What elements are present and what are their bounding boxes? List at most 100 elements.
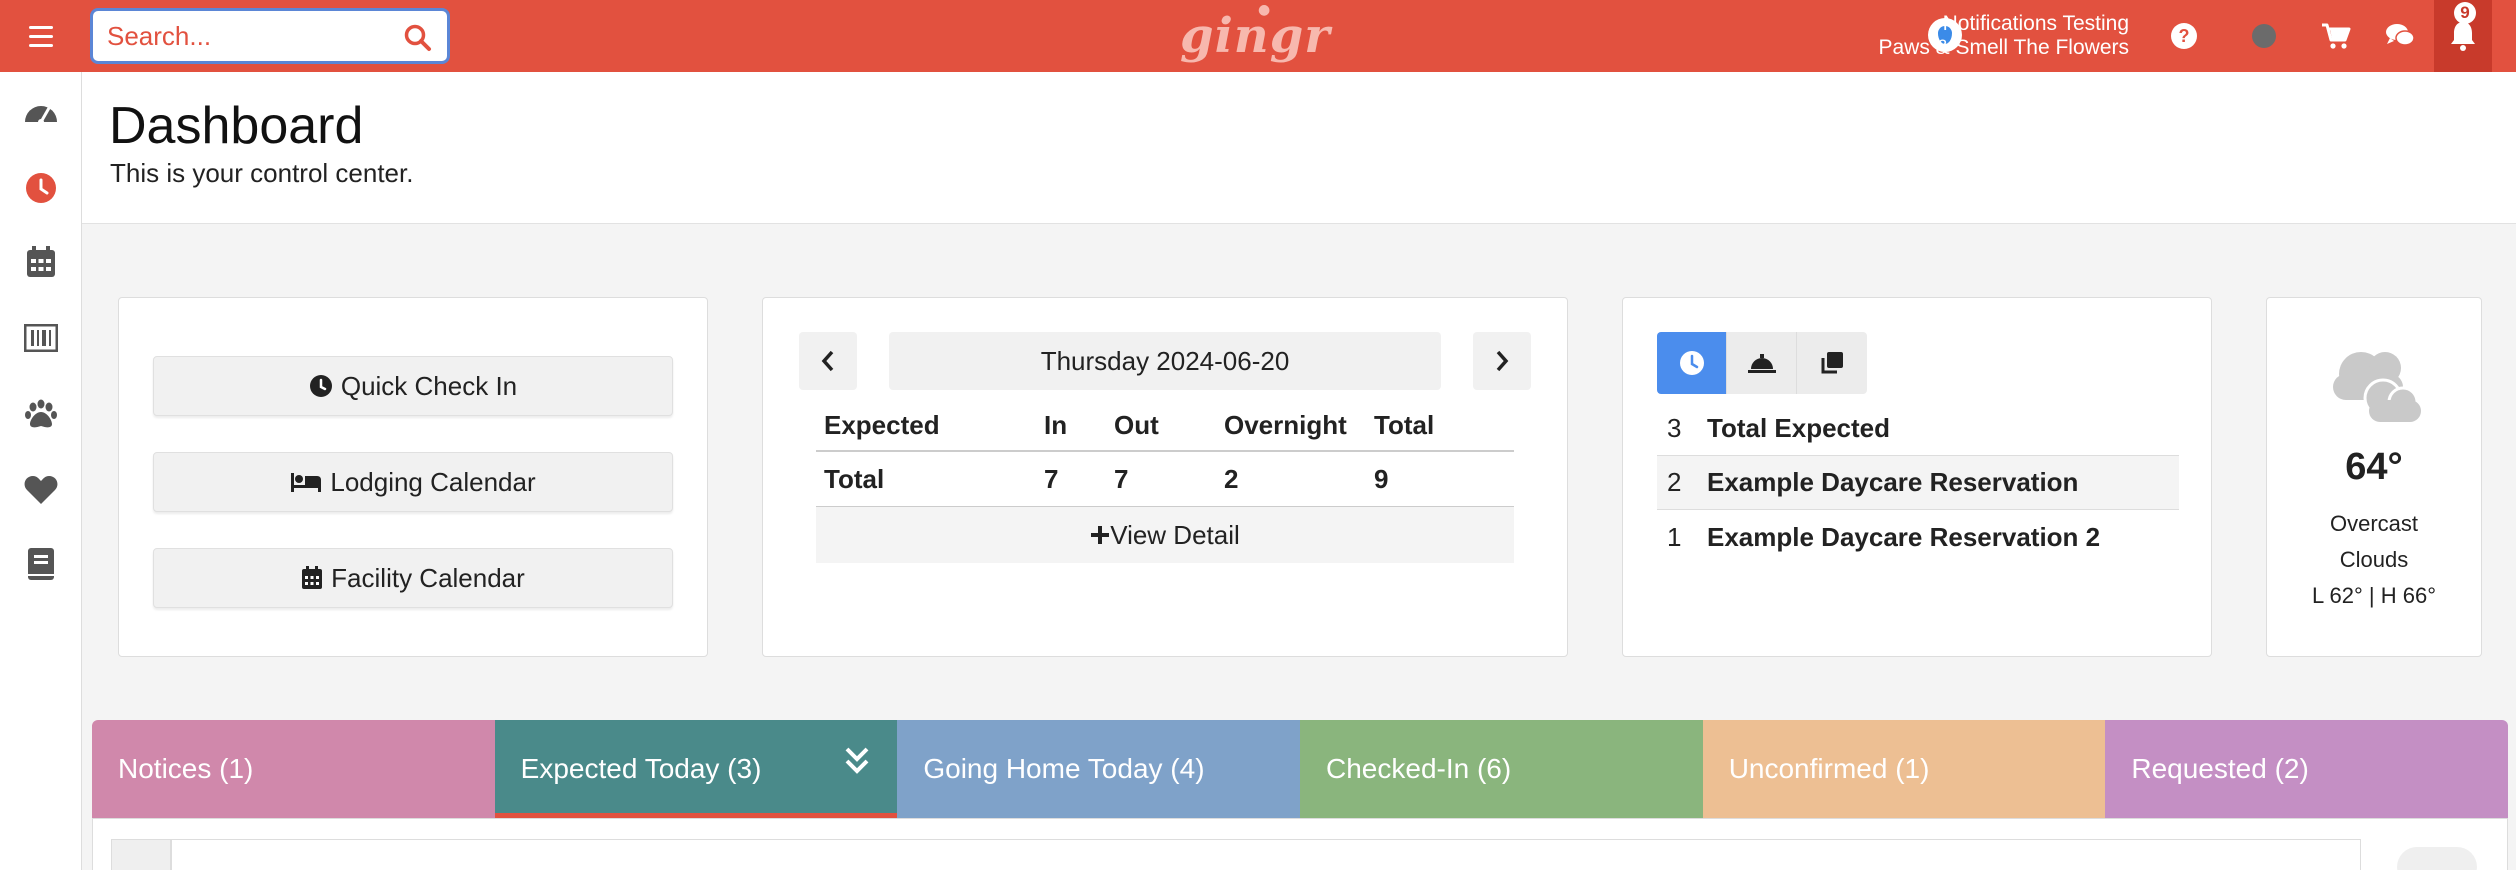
reservation-count: 3 [1667,413,1682,443]
weather-condition: Overcast Clouds L 62° | H 66° [2267,506,2481,614]
svg-text:?: ? [2179,26,2190,46]
column-header: Overnight [1216,401,1366,452]
table-cell: 2 [1216,451,1366,508]
view-detail-button[interactable]: View Detail [816,507,1514,563]
facility-calendar-button[interactable]: Facility Calendar [153,548,673,608]
list-toolbar-right[interactable] [2397,847,2477,870]
help-icon[interactable]: ? [2168,20,2200,52]
next-day-button[interactable] [1473,332,1531,390]
list-item[interactable]: 1 Example Daycare Reservation 2 [1657,510,2179,564]
bed-icon [291,473,322,492]
clock-icon [1679,351,1704,375]
quick-check-in-button[interactable]: Quick Check In [153,356,673,416]
quick-actions-card: Quick Check In Lodging Calendar Facility… [118,297,708,657]
clock-view-button[interactable] [1657,332,1727,394]
table-row: Total 7 7 2 9 [816,451,1514,508]
search-input[interactable] [107,21,387,51]
double-chevron-down-icon[interactable] [843,746,871,776]
hamburger-menu-button[interactable] [18,18,64,54]
gingr-logo: gingr ● [1180,2,1331,64]
tab-checked-in[interactable]: Checked-In (6) [1300,720,1703,818]
page-subtitle: This is your control center. [110,158,414,188]
status-dot-icon[interactable] [2248,20,2280,52]
plus-icon [1091,526,1110,544]
sidebar-item-checkin[interactable] [21,168,61,208]
account-location: Paws & Smell The Flowers [1878,36,2129,59]
lodging-calendar-button[interactable]: Lodging Calendar [153,452,673,512]
temperature: 64° [2345,446,2403,488]
table-cell: 7 [1036,451,1106,508]
page-header: Dashboard This is your control center. [82,72,2516,224]
book-icon [28,548,54,580]
calendar-icon [27,246,55,277]
service-bell-icon [1747,354,1776,373]
chevron-right-icon [1496,350,1509,372]
sidebar-item-dashboard[interactable] [21,92,61,132]
tab-unconfirmed[interactable]: Unconfirmed (1) [1702,720,2106,818]
reservation-count: 1 [1667,521,1682,552]
tab-going-home-today[interactable]: Going Home Today (4) [897,720,1301,818]
temperature-range: L 62° | H 66° [2311,583,2436,608]
weather-condition-line1: Overcast [2329,511,2419,536]
search-box[interactable] [90,8,450,64]
column-header: Expected [816,401,1036,452]
table-cell: 7 [1106,451,1216,508]
copy-view-button[interactable] [1797,332,1867,394]
reservation-label: Total Expected [1707,413,1891,443]
tab-label: Unconfirmed (1) [1728,753,1930,784]
calendar-icon [302,566,323,589]
list-item[interactable]: 2 Example Daycare Reservation [1657,456,2179,510]
tab-label: Expected Today (3) [520,753,762,784]
tab-label: Notices (1) [118,753,254,784]
chat-icon[interactable] [2384,20,2416,52]
reservation-label: Example Daycare Reservation [1707,467,2079,497]
sidebar-item-barcode[interactable] [21,318,61,358]
clock-icon [26,173,56,203]
chevron-left-icon [821,350,834,372]
notification-count-badge: 9 [2454,2,2476,24]
sidebar-item-favorites[interactable] [21,470,61,510]
clock-icon [309,375,332,397]
tab-requested[interactable]: Requested (2) [2105,720,2508,818]
summary-table: Expected In Out Overnight Total Total 7 … [816,401,1514,508]
reservation-label: Example Daycare Reservation 2 [1707,521,2101,552]
tab-notices[interactable]: Notices (1) [92,720,495,818]
paw-icon [25,399,57,428]
tab-label: Going Home Today (4) [923,753,1205,784]
tab-content-panel [92,818,2508,870]
table-cell: 9 [1366,451,1514,508]
list-filter-input[interactable] [171,839,2361,870]
cart-icon[interactable] [2320,20,2352,52]
lodging-calendar-label: Lodging Calendar [330,466,536,497]
notifications-button[interactable]: 9 [2434,0,2492,72]
cloud-icon [2333,352,2421,422]
bell-icon [2451,22,2475,51]
top-bar: gingr ● Notifications Testing Paws & Sme… [0,0,2516,72]
weather-card: 64° Overcast Clouds L 62° | H 66° [2266,297,2482,657]
reservation-count: 2 [1667,467,1682,497]
status-tabs: Notices (1) Expected Today (3) Going Hom… [92,720,2508,818]
sidebar-item-pets[interactable] [21,394,61,434]
logo-text: gingr [1180,8,1331,64]
reservations-card: 3 Total Expected 2 Example Daycare Reser… [1622,297,2212,657]
list-item[interactable]: 3 Total Expected [1657,402,2179,456]
column-header: In [1036,401,1106,452]
list-toolbar-left[interactable] [111,839,171,870]
date-display[interactable]: Thursday 2024-06-20 [889,332,1441,390]
copy-icon [1821,352,1843,374]
barcode-icon [24,324,58,352]
previous-day-button[interactable] [799,332,857,390]
table-cell: Total [816,451,1036,508]
search-icon[interactable] [403,23,433,53]
tab-expected-today[interactable]: Expected Today (3) [494,720,898,818]
service-bell-view-button[interactable] [1727,332,1797,394]
logo-paw-icon: ● [1258,2,1272,18]
sidebar-item-reports[interactable] [21,544,61,584]
tab-label: Checked-In (6) [1326,753,1512,784]
account-info[interactable]: Notifications Testing Paws & Smell The F… [1878,12,2129,60]
sidebar-item-calendar[interactable] [21,242,61,282]
heart-icon [24,476,58,504]
daily-summary-card: Thursday 2024-06-20 Expected In Out Over… [762,297,1568,657]
view-detail-label: View Detail [1110,519,1240,550]
column-header: Out [1106,401,1216,452]
